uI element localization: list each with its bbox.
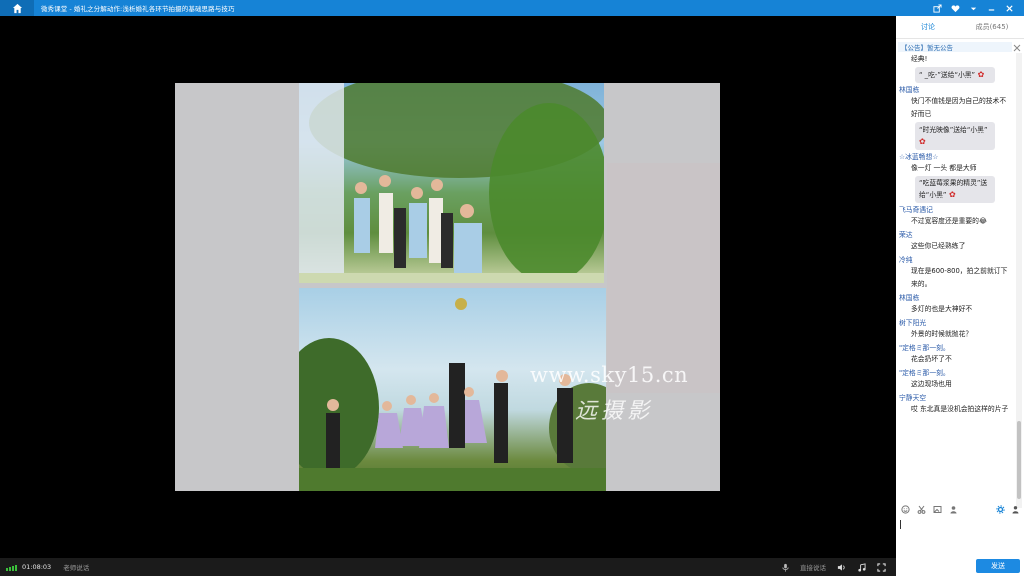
window-controls — [932, 3, 1024, 13]
gift-message: “时光映像”送给“小黑” ✿ — [915, 122, 995, 150]
chat-username: "定格ミ那一刻。 — [899, 344, 950, 352]
watermark-url: www.sky15.cn — [530, 363, 689, 387]
send-button[interactable]: 发送 — [976, 559, 1020, 573]
presentation-slide: www.sky15.cn 远摄影 — [175, 83, 720, 491]
photo-bottom-illustration — [299, 298, 606, 491]
chat-message-text: 快门不值钱是因为自己的技术不好而已 — [911, 97, 1007, 118]
rose-icon: ✿ — [919, 137, 926, 146]
chat-message-text: 经典! — [911, 55, 928, 63]
course-title: 婚礼之分解动作:浅析婚礼各环节拍摄的基础思路与技巧 — [73, 5, 235, 13]
chat-username: 荣达 — [899, 231, 913, 239]
chat-username: 树下阳光 — [899, 319, 927, 327]
panel-tabs: 讨论 成员(645) — [896, 16, 1024, 39]
gift-message: “吃蓝莓浆果的精灵”送给“小黑” ✿ — [915, 176, 995, 203]
discussion-panel: 讨论 成员(645) 【公告】暂无公告 经典! “ _吃-”送给“小黑” ✿ 林国栋… — [896, 16, 1024, 576]
share-icon[interactable] — [932, 3, 942, 13]
home-button[interactable] — [0, 0, 34, 16]
chat-username: "定格ミ那一刻。 — [899, 369, 950, 377]
volume-icon[interactable] — [836, 562, 846, 572]
chat-username: 冷纯 — [899, 256, 913, 264]
user-icon[interactable] — [949, 505, 958, 514]
microphone-icon[interactable] — [780, 562, 790, 572]
title-bar: 微秀课堂 - 婚礼之分解动作:浅析婚礼各环节拍摄的基础思路与技巧 — [0, 0, 1024, 16]
chat-username: ☆冰蓝畅想☆ — [899, 153, 939, 161]
video-stage: www.sky15.cn 远摄影 — [0, 16, 896, 558]
fullscreen-icon[interactable] — [876, 562, 886, 572]
title-separator: - — [69, 5, 72, 13]
settings-icon[interactable] — [996, 504, 1005, 514]
chevron-down-icon[interactable] — [968, 3, 978, 13]
teacher-speaking-label: 老师说话 — [63, 564, 90, 572]
heart-icon[interactable] — [950, 3, 960, 13]
chat-message-text: 像一灯 一头 都是大师 — [911, 164, 977, 172]
emoji-icon[interactable] — [901, 504, 910, 514]
photo-top-illustration — [299, 83, 604, 283]
gift-message: “ _吃-”送给“小黑” ✿ — [915, 67, 995, 83]
rose-icon: ✿ — [975, 70, 985, 79]
tab-members[interactable]: 成员(645) — [960, 16, 1024, 38]
home-icon — [12, 3, 22, 13]
members-icon[interactable] — [1011, 505, 1020, 514]
class-timer: 01:08:03 — [22, 563, 52, 571]
watermark-logo: 远摄影 — [575, 399, 654, 424]
rose-icon: ✿ — [946, 190, 956, 199]
tab-discussion[interactable]: 讨论 — [896, 16, 960, 38]
chat-message-text: 多灯的也是大神好不 — [911, 305, 973, 313]
app-name: 微秀课堂 — [41, 5, 68, 13]
chat-message-text: 哎 东北真是没机会拍这样的片子 — [911, 405, 1009, 413]
wedding-photo-top — [299, 83, 604, 283]
music-icon[interactable] — [856, 562, 866, 572]
chat-username: 林国栋 — [899, 86, 920, 94]
chat-username: 林国栋 — [899, 294, 920, 302]
chat-scrollbar-thumb[interactable] — [1017, 421, 1021, 499]
chat-toolbar — [896, 502, 1024, 516]
notice-bar: 【公告】暂无公告 — [898, 42, 1012, 52]
chat-toolbar-right — [996, 504, 1024, 514]
chat-username: 飞马奇遇记 — [899, 206, 933, 214]
chat-message-text: 这些你已经熟练了 — [911, 242, 966, 250]
image-icon[interactable] — [933, 505, 942, 514]
chat-message-list: 经典! “ _吃-”送给“小黑” ✿ 林国栋 快门不值钱是因为自己的技术不好而已 “时光… — [896, 53, 1014, 508]
chat-message-text: 这边现场也用 — [911, 380, 952, 388]
chat-message-text: 现在是600-800，拍之前就订下来的。 — [911, 267, 1008, 288]
slide-side-panel — [607, 163, 720, 393]
chat-message-text: 花会扔坏了不 — [911, 355, 952, 363]
text-caret — [900, 520, 901, 529]
wedding-photo-bottom — [299, 288, 606, 491]
chat-input[interactable] — [896, 516, 1024, 556]
window-title: 微秀课堂 - 婚礼之分解动作:浅析婚礼各环节拍摄的基础思路与技巧 — [41, 3, 235, 13]
signal-icon — [6, 563, 17, 571]
minimize-icon[interactable] — [986, 3, 996, 13]
bottom-bar: 01:08:03 老师说话 直接说话 — [0, 558, 896, 576]
chat-message-text: 不过宽容度还是重要的😂 — [911, 217, 987, 225]
bottom-controls: 直接说话 — [780, 562, 896, 572]
live-speech-button[interactable]: 直接说话 — [800, 562, 826, 572]
chat-username: 宁静天空 — [899, 394, 927, 402]
scissors-icon[interactable] — [917, 505, 926, 514]
close-icon[interactable] — [1013, 44, 1021, 52]
chat-message-text: 外景的时候就抛花？ — [911, 330, 973, 338]
close-window-icon[interactable] — [1004, 3, 1014, 13]
